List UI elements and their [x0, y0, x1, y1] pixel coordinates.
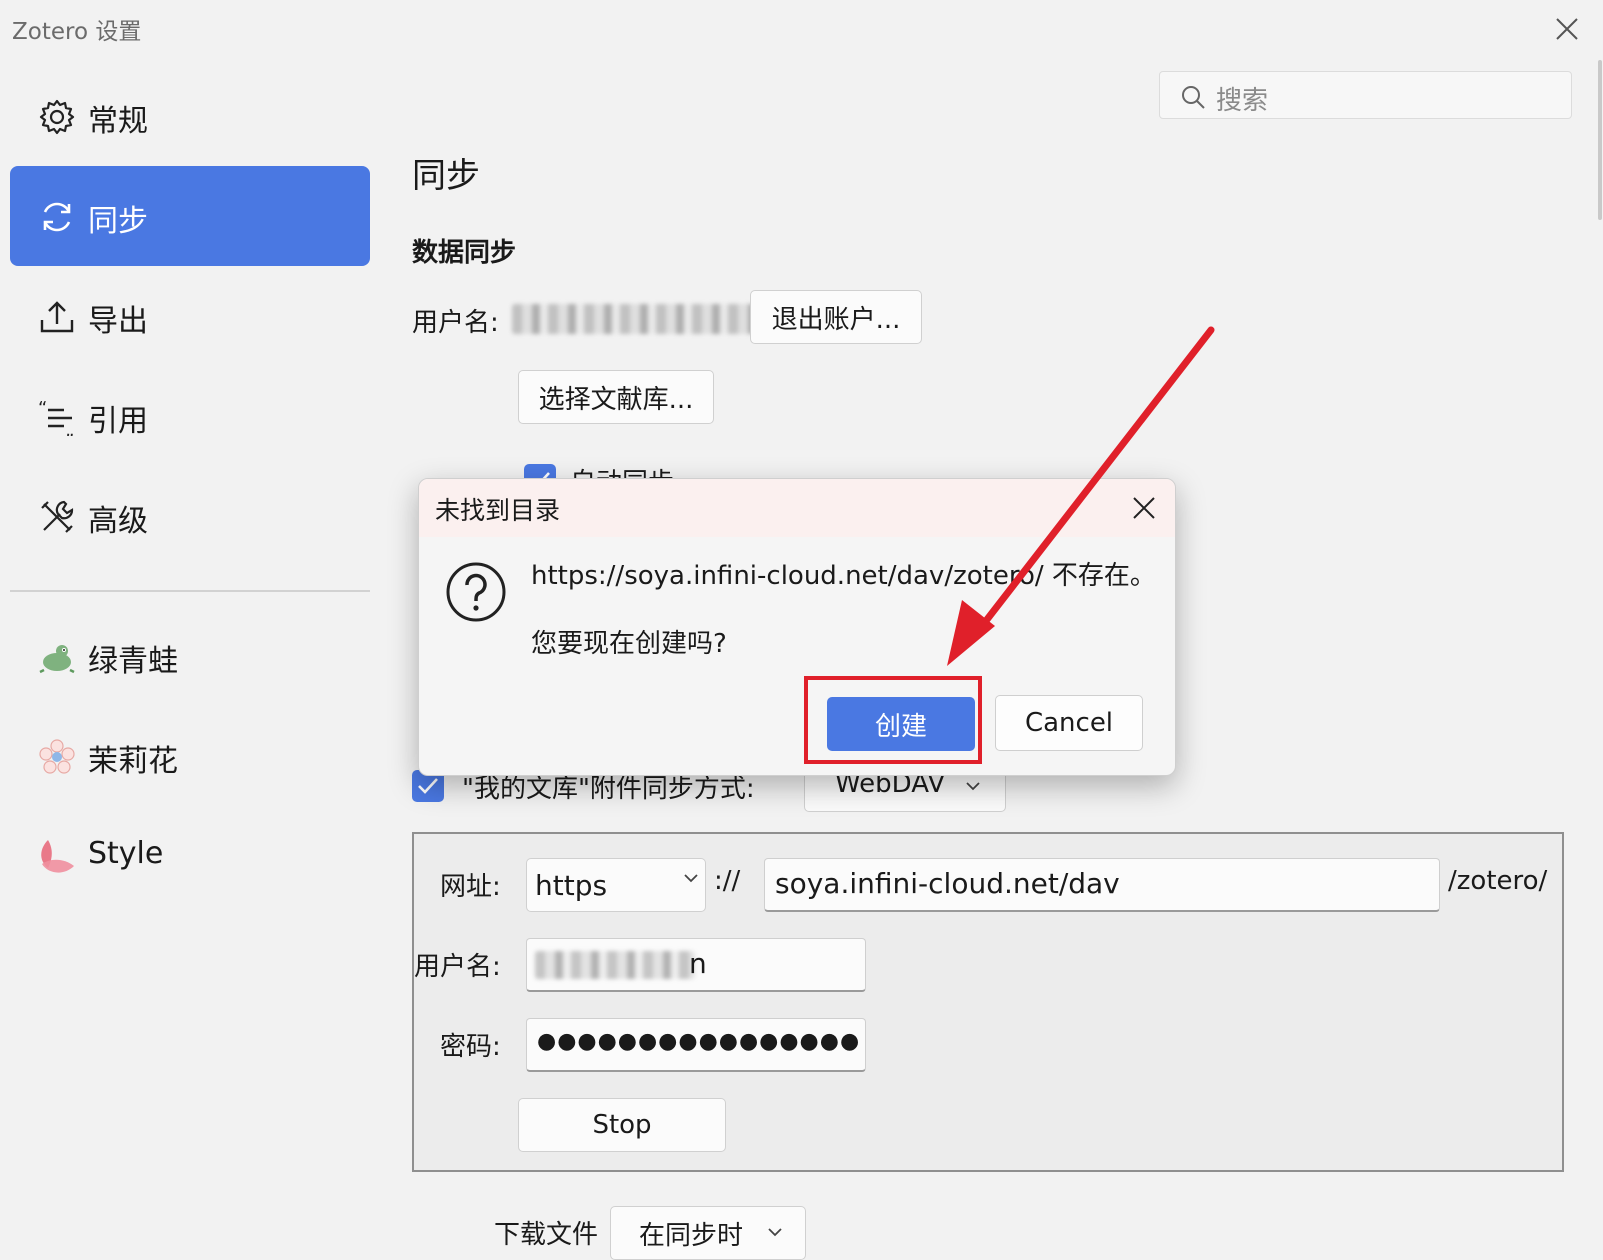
sidebar-item-label: Style — [88, 836, 164, 871]
webdav-username-input[interactable]: n — [526, 938, 866, 992]
protocol-separator: :// — [714, 866, 741, 896]
path-suffix: /zotero/ — [1448, 866, 1548, 896]
window-close-icon[interactable] — [1552, 14, 1582, 44]
search-box[interactable]: 搜索 — [1159, 71, 1572, 119]
sidebar-item-label: 常规 — [88, 104, 148, 139]
sidebar-item-export[interactable]: 导出 — [10, 266, 370, 366]
logout-button[interactable]: 退出账户... — [750, 290, 922, 344]
dialog-title: 未找到目录 — [435, 496, 561, 525]
sync-icon — [43, 202, 71, 232]
password-input[interactable]: ●●●●●●●●●●●●●●●● — [526, 1018, 866, 1072]
protocol-value: https — [535, 869, 608, 902]
sidebar-item-label: 导出 — [88, 304, 148, 339]
sidebar-item-label: 引用 — [88, 404, 148, 439]
style-icon — [41, 840, 74, 873]
webdav-username-redacted — [535, 951, 695, 979]
protocol-select[interactable]: https — [526, 858, 706, 912]
url-label: 网址: — [440, 872, 501, 902]
sidebar-item-sync[interactable]: 同步 — [10, 166, 370, 266]
choose-libraries-button[interactable]: 选择文献库... — [518, 370, 714, 424]
search-placeholder: 搜索 — [1216, 86, 1269, 116]
sidebar-item-cite[interactable]: “ „ 引用 — [10, 366, 370, 466]
password-mask: ●●●●●●●●●●●●●●●● — [537, 1029, 861, 1054]
username-redacted — [512, 304, 762, 334]
password-label: 密码: — [440, 1032, 501, 1062]
frog-icon — [39, 645, 75, 674]
chevron-down-icon — [768, 1228, 782, 1237]
cancel-button[interactable]: Cancel — [995, 695, 1143, 751]
jasmine-icon — [39, 739, 75, 774]
highlight-annotation — [804, 676, 982, 764]
sidebar-item-label: 绿青蛙 — [88, 644, 178, 679]
download-files-select[interactable]: 在同步时 — [610, 1206, 806, 1260]
sidebar-item-label: 高级 — [88, 504, 148, 539]
sidebar-item-plugin-jasmine[interactable]: 茉莉花 — [10, 706, 370, 806]
checkmark-icon — [418, 778, 438, 794]
directory-not-found-dialog: 未找到目录 https://soya.infini-cloud.net/dav/… — [418, 478, 1176, 776]
dialog-message: https://soya.infini-cloud.net/dav/zotero… — [531, 561, 1156, 591]
dialog-close-icon[interactable] — [1131, 495, 1157, 521]
svg-text:“: “ — [38, 398, 47, 419]
chevron-down-icon — [684, 874, 698, 883]
webdav-username-label: 用户名: — [414, 952, 501, 982]
question-icon — [446, 562, 506, 622]
sidebar-item-label: 同步 — [88, 204, 148, 239]
chevron-down-icon — [966, 782, 980, 791]
scrollbar[interactable] — [1598, 60, 1602, 220]
dialog-question: 您要现在创建吗? — [531, 629, 727, 659]
sidebar-divider — [10, 590, 370, 592]
username-label: 用户名: — [412, 308, 499, 338]
sidebar-item-advanced[interactable]: 高级 — [10, 466, 370, 566]
svg-text:„: „ — [65, 420, 74, 436]
server-value: soya.infini-cloud.net/dav — [775, 867, 1120, 900]
cite-icon: “ „ — [38, 398, 74, 436]
webdav-username-visible: n — [689, 947, 707, 980]
server-input[interactable]: soya.infini-cloud.net/dav — [764, 858, 1440, 912]
gear-icon — [39, 99, 75, 135]
download-files-value: 在同步时 — [639, 1221, 744, 1251]
window-title: Zotero 设置 — [12, 19, 142, 45]
sidebar-item-plugin-style[interactable]: Style — [10, 806, 370, 906]
tools-icon — [41, 500, 74, 533]
data-sync-heading: 数据同步 — [412, 238, 517, 268]
search-icon — [1182, 86, 1205, 109]
sidebar-item-general[interactable]: 常规 — [10, 66, 370, 166]
download-files-label: 下载文件 — [494, 1220, 599, 1250]
sidebar-item-plugin-frog[interactable]: 绿青蛙 — [10, 606, 370, 706]
sidebar-item-label: 茉莉花 — [88, 744, 178, 779]
export-icon — [40, 301, 74, 333]
page-title: 同步 — [412, 156, 480, 196]
stop-button[interactable]: Stop — [518, 1098, 726, 1152]
